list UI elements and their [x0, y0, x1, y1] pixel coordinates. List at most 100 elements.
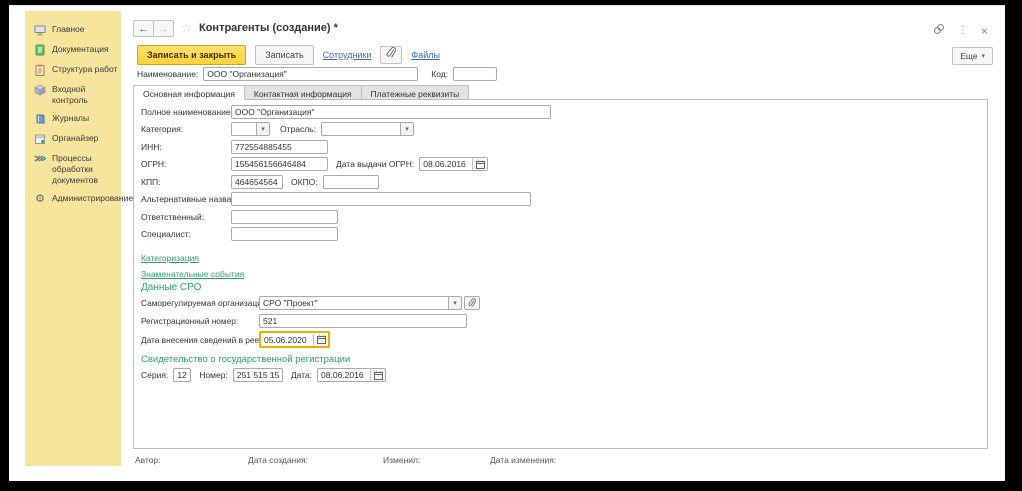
sidebar: Главное Документация Структура работ Вхо… — [25, 11, 121, 466]
category-dropdown-button[interactable]: ▾ — [257, 122, 270, 136]
kpp-input[interactable] — [231, 175, 283, 189]
specialist-input[interactable] — [231, 227, 338, 241]
cert-number-input[interactable] — [233, 368, 283, 382]
cert-date-label: Дата: — [291, 370, 312, 380]
main-info-panel: Полное наименование: Категория: ▾ Отрасл… — [133, 99, 988, 449]
full-name-row: Полное наименование: — [141, 104, 980, 119]
category-input[interactable] — [231, 122, 257, 136]
sidebar-item-incoming-control[interactable]: Входной контроль — [25, 80, 121, 109]
sidebar-item-organizer[interactable]: Органайзер — [25, 129, 121, 149]
back-button[interactable]: ← — [133, 20, 154, 37]
ogrn-input[interactable] — [231, 157, 328, 171]
forward-button[interactable]: → — [153, 20, 174, 37]
industry-dropdown-button[interactable]: ▾ — [401, 122, 414, 136]
modified-date-label: Дата изменения: — [490, 455, 556, 465]
specialist-row: Специалист: — [141, 227, 980, 242]
gear-icon: ⚙ — [34, 193, 46, 205]
tab-contact-info[interactable]: Контактная информация — [245, 85, 362, 100]
monitor-icon — [34, 24, 46, 36]
responsible-label: Ответственный: — [141, 212, 231, 222]
paperclip-icon — [468, 298, 476, 308]
full-name-label: Полное наименование: — [141, 107, 231, 117]
inn-input[interactable] — [231, 140, 328, 154]
calendar-icon[interactable] — [370, 369, 385, 381]
sro-reg-date-input[interactable] — [261, 334, 313, 346]
alt-names-label: Альтернативные названия: — [141, 194, 231, 204]
sro-reg-number-label: Регистрационный номер: — [141, 316, 259, 326]
cert-series-input[interactable] — [173, 368, 191, 382]
name-row: Наименование: Код: — [137, 67, 497, 81]
paperclip-icon — [386, 46, 396, 64]
window-controls: ⋮ × — [933, 23, 988, 38]
sro-attach-button[interactable] — [464, 296, 480, 310]
employees-link[interactable]: Сотрудники — [323, 50, 372, 60]
book-icon — [34, 113, 46, 125]
responsible-row: Ответственный: — [141, 209, 980, 224]
forward-icon: → — [158, 23, 169, 35]
inn-label: ИНН: — [141, 142, 231, 152]
ogrn-date-field — [419, 157, 488, 171]
back-icon: ← — [138, 23, 149, 35]
cert-date-input[interactable] — [318, 369, 370, 381]
sro-org-label: Саморегулируемая организация: — [141, 298, 259, 308]
okpo-input[interactable] — [323, 175, 379, 189]
sidebar-item-journals[interactable]: Журналы — [25, 109, 121, 129]
more-button[interactable]: Еще ▾ — [952, 47, 993, 65]
created-date-label: Дата создания: — [248, 455, 308, 465]
inn-row: ИНН: — [141, 139, 980, 154]
sidebar-item-document-processes[interactable]: Процессы обработки документов — [25, 149, 121, 189]
attach-files-button[interactable] — [380, 46, 402, 64]
category-label: Категория: — [141, 124, 231, 134]
calendar-icon[interactable] — [313, 334, 328, 346]
calendar-icon[interactable] — [472, 158, 487, 170]
save-button[interactable]: Записать — [255, 45, 313, 65]
alt-names-input[interactable] — [231, 192, 531, 206]
history-nav: ← → — [133, 20, 174, 37]
tab-bar: Основная информация Контактная информаци… — [133, 85, 469, 100]
sidebar-item-label: Администрирование — [52, 193, 133, 204]
sro-org-dropdown-button[interactable]: ▾ — [449, 296, 462, 310]
sidebar-item-documentation[interactable]: Документация — [25, 40, 121, 60]
responsible-input[interactable] — [231, 210, 338, 224]
modified-by-label: Изменил: — [383, 455, 420, 465]
specialist-label: Специалист: — [141, 229, 231, 239]
save-and-close-button[interactable]: Записать и закрыть — [137, 45, 246, 65]
sidebar-item-label: Входной контроль — [52, 84, 119, 105]
sidebar-item-administration[interactable]: ⚙ Администрирование — [25, 189, 121, 209]
sro-reg-number-input[interactable] — [259, 314, 467, 328]
tab-main-info[interactable]: Основная информация — [133, 85, 245, 100]
chevron-down-icon: ▾ — [453, 299, 457, 307]
more-menu-icon[interactable]: ⋮ — [958, 26, 968, 36]
clipboard-icon — [34, 64, 46, 76]
close-icon[interactable]: × — [981, 26, 988, 36]
notable-events-link[interactable]: Знаменательные события — [141, 269, 244, 279]
author-label: Автор: — [135, 455, 161, 465]
get-link-icon[interactable] — [933, 23, 945, 38]
sidebar-item-work-structure[interactable]: Структура работ — [25, 60, 121, 80]
chevron-down-icon: ▾ — [261, 125, 265, 133]
kpp-row: КПП: ОКПО: — [141, 174, 980, 189]
sro-org-row: Саморегулируемая организация: ▾ — [141, 296, 980, 311]
ogrn-date-input[interactable] — [420, 158, 472, 170]
sro-org-input[interactable] — [259, 296, 449, 310]
ogrn-date-label: Дата выдачи ОГРН: — [336, 159, 414, 169]
full-name-input[interactable] — [231, 105, 551, 119]
tab-payment-details[interactable]: Платежные реквизиты — [362, 85, 470, 100]
sidebar-item-label: Журналы — [52, 113, 89, 124]
cube-icon — [34, 84, 46, 96]
sro-reg-date-row: Дата внесения сведений в реестр: — [141, 331, 980, 349]
sidebar-item-label: Структура работ — [52, 64, 117, 75]
sidebar-item-main[interactable]: Главное — [25, 20, 121, 40]
name-input[interactable] — [203, 67, 418, 81]
files-link[interactable]: Файлы — [411, 50, 440, 60]
code-input[interactable] — [453, 67, 497, 81]
favorite-star-icon[interactable]: ☆ — [181, 21, 192, 35]
ogrn-row: ОГРН: Дата выдачи ОГРН: — [141, 157, 980, 172]
chevron-down-icon: ▾ — [981, 52, 985, 60]
document-icon — [34, 44, 46, 56]
industry-label: Отрасль: — [280, 124, 316, 134]
sidebar-item-label: Органайзер — [52, 133, 98, 144]
industry-input[interactable] — [321, 122, 401, 136]
code-label: Код: — [431, 69, 448, 79]
categorization-link[interactable]: Категоризация — [141, 253, 199, 263]
